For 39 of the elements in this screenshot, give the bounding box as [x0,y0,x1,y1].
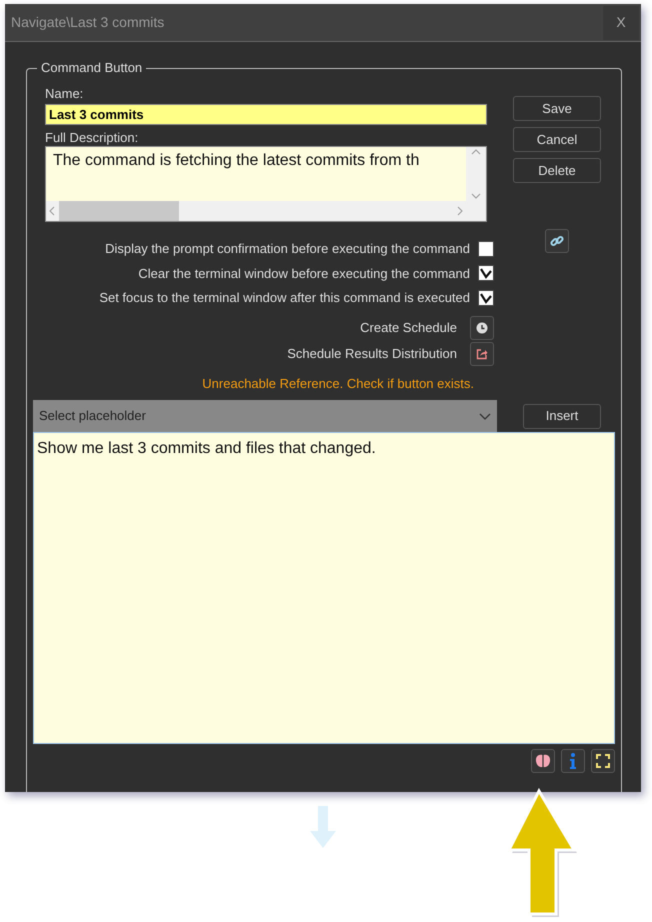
horizontal-scrollbar[interactable] [46,201,466,221]
name-field[interactable]: Last 3 commits [45,104,487,125]
brain-icon [535,754,551,768]
dialog-button[interactable]: Cancel [513,127,601,152]
link-icon [550,234,564,248]
description-field[interactable]: The command is fetching the latest commits from th [45,146,487,222]
down-arrow-drawing [310,806,336,848]
field-label: Name: [45,86,84,102]
option-label: Display the prompt confirmation before executing the command [105,240,470,258]
clock-icon [476,322,488,334]
field-label: Full Description: [45,130,140,146]
scrollbar-thumb[interactable] [59,201,179,221]
fullscreen-button[interactable] [591,749,615,773]
insert-button[interactable]: Insert [523,404,601,428]
expand-icon [596,754,610,768]
brain-button[interactable] [531,749,555,773]
warning-text: Unreachable Reference. Check if button exists. [201,374,474,392]
dialog-button[interactable]: Delete [513,158,601,183]
dialog-button[interactable]: Save [513,96,601,121]
action-button[interactable] [470,342,494,366]
action-label: Create Schedule [360,318,457,337]
checkbox[interactable] [478,290,494,306]
checkbox[interactable] [478,265,494,282]
checkbox[interactable] [478,240,494,257]
window-title: Navigate\Last 3 commits [11,13,164,32]
action-label: Schedule Results Distribution [287,344,457,363]
description-text: The command is fetching the latest commits from th [52,151,420,171]
share-icon [476,348,488,360]
option-label: Clear the terminal window before executing the command [138,264,470,283]
select-placeholder: Select placeholder [39,407,146,426]
link-button[interactable] [545,229,569,253]
close-button[interactable]: X [603,6,639,40]
option-label: Set focus to the terminal window after this command is executed [99,289,470,307]
info-icon [569,753,577,769]
info-button[interactable] [561,749,585,773]
placeholder-select[interactable]: Select placeholder [33,400,497,432]
prompt-field[interactable]: Show me last 3 commits and files that changed. [33,432,615,744]
dropdown-caret-icon [479,412,491,420]
action-button[interactable] [470,316,494,340]
